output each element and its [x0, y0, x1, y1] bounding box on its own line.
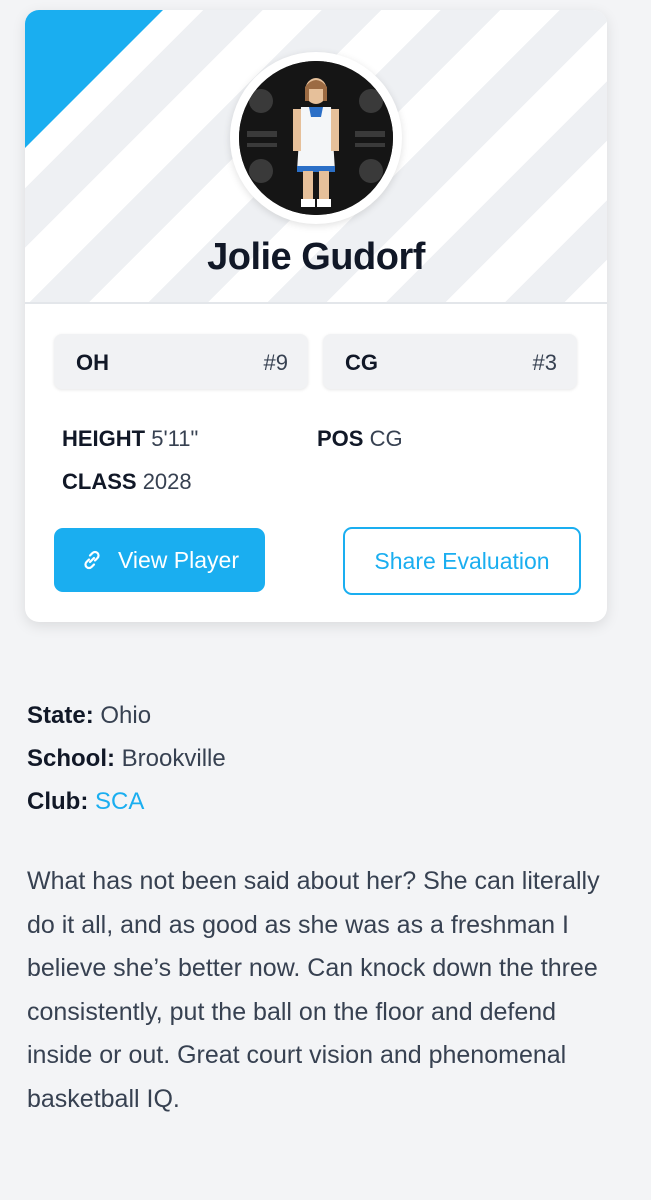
height-label: HEIGHT	[62, 426, 146, 451]
player-avatar[interactable]	[239, 61, 393, 215]
share-evaluation-label: Share Evaluation	[374, 547, 550, 574]
avatar-ring	[230, 52, 402, 224]
player-bio: What has not been said about her? She ca…	[27, 867, 600, 1113]
position-label: CG	[345, 350, 378, 375]
pos-value: CG	[369, 426, 403, 451]
club-link[interactable]: SCA	[95, 788, 144, 815]
corner-accent	[25, 10, 163, 148]
link-icon	[84, 550, 100, 570]
player-name: Jolie Gudorf	[207, 236, 425, 278]
player-card: Jolie Gudorf OH #9 CG #3 HEIGHT 5'11" PO…	[25, 10, 607, 622]
jersey-number: #9	[263, 350, 288, 375]
jersey-number: #3	[532, 350, 557, 375]
club-line: Club: SCA	[27, 788, 144, 816]
pos-label: POS	[317, 426, 364, 451]
height-stat: HEIGHT 5'11"	[62, 426, 198, 452]
class-label: CLASS	[62, 469, 137, 494]
state-value: Ohio	[100, 702, 152, 729]
class-value: 2028	[142, 469, 192, 494]
card-header: Jolie Gudorf	[25, 10, 607, 304]
club-label: Club:	[27, 788, 89, 815]
state-line: State: Ohio	[27, 702, 151, 730]
height-value: 5'11"	[151, 426, 199, 451]
position-badge-2: CG #3	[323, 334, 577, 389]
pos-stat: POS CG	[317, 426, 403, 452]
position-label: OH	[76, 350, 109, 375]
school-line: School: Brookville	[27, 745, 226, 773]
school-label: School:	[27, 745, 115, 772]
player-photo	[239, 61, 393, 215]
view-player-button[interactable]: View Player	[54, 528, 265, 592]
class-stat: CLASS 2028	[62, 469, 192, 495]
state-label: State:	[27, 702, 94, 729]
position-badge-1: OH #9	[54, 334, 308, 389]
school-value: Brookville	[121, 745, 226, 772]
share-evaluation-button[interactable]: Share Evaluation	[343, 527, 581, 595]
view-player-label: View Player	[117, 546, 240, 573]
